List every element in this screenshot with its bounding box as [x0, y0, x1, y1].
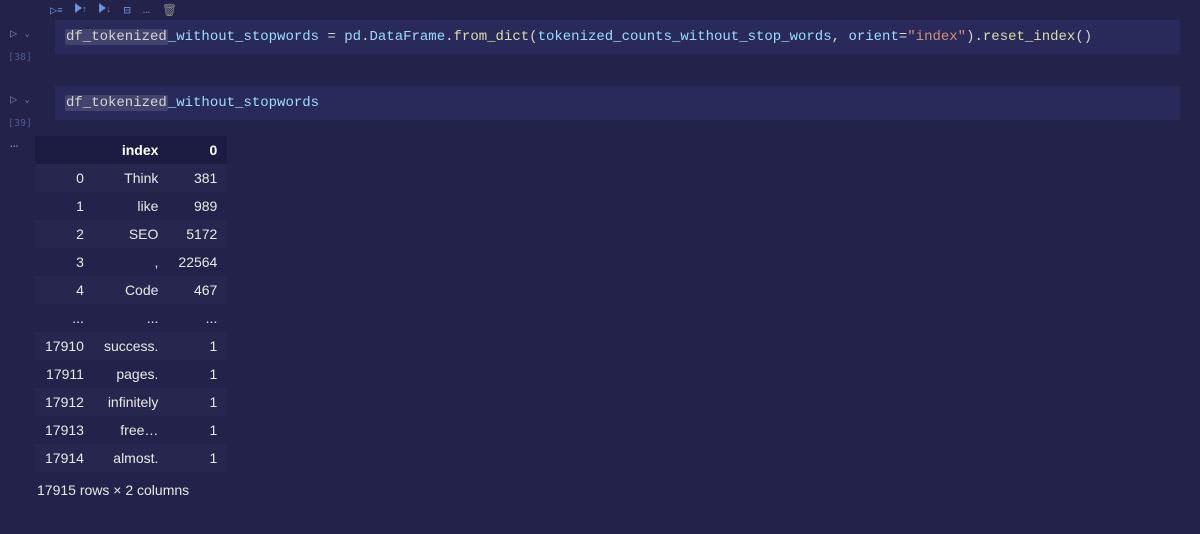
row-index: 4	[35, 276, 94, 304]
table-header	[35, 136, 94, 164]
dataframe-caption: 17915 rows × 2 columns	[35, 482, 1200, 498]
code-token: )	[1084, 29, 1092, 45]
code-token: "index"	[907, 29, 966, 45]
cell-index-col: almost.	[94, 444, 168, 472]
cell-index-col: success.	[94, 332, 168, 360]
cell-value-col: 1	[168, 360, 227, 388]
code-token: (	[1075, 29, 1083, 45]
code-token: _without_stopwords	[168, 95, 319, 111]
table-header-row: index 0	[35, 136, 227, 164]
cell-index-col: Code	[94, 276, 168, 304]
run-cell-gutter-icon[interactable]: ▷ ⌄	[10, 92, 30, 107]
row-index: ...	[35, 304, 94, 332]
code-editor-2[interactable]: df_tokenized_without_stopwords	[55, 86, 1180, 120]
cell-index-col: Think	[94, 164, 168, 192]
cell-index-col: ,	[94, 248, 168, 276]
code-token: ,	[832, 29, 849, 45]
split-cell-icon[interactable]: ⊟	[123, 3, 130, 18]
row-index: 17914	[35, 444, 94, 472]
table-row: 17913free…1	[35, 416, 227, 444]
cell-value-col: 1	[168, 332, 227, 360]
code-cell-2: ▷ ⌄ df_tokenized_without_stopwords [39]	[0, 86, 1200, 120]
code-token: orient	[848, 29, 898, 45]
table-row: 17911pages.1	[35, 360, 227, 388]
code-token: df_tokenized	[66, 29, 167, 45]
cell-value-col: 381	[168, 164, 227, 192]
row-index: 3	[35, 248, 94, 276]
code-token: from_dict	[454, 29, 530, 45]
code-token: DataFrame	[370, 29, 446, 45]
cell-value-col: 1	[168, 444, 227, 472]
code-token: df_tokenized	[66, 95, 167, 111]
table-header: 0	[168, 136, 227, 164]
run-below-icon[interactable]: ↓	[99, 3, 111, 17]
cell-index-col: SEO	[94, 220, 168, 248]
table-row: 3,22564	[35, 248, 227, 276]
cell-value-col: 1	[168, 416, 227, 444]
cell-output: index 0 0Think3811like9892SEO51723,22564…	[35, 136, 1200, 498]
code-token: _without_stopwords	[168, 29, 319, 45]
more-icon[interactable]: …	[143, 3, 150, 17]
code-token: =	[899, 29, 907, 45]
table-header: index	[94, 136, 168, 164]
code-token: reset_index	[983, 29, 1075, 45]
table-row: 2SEO5172	[35, 220, 227, 248]
execution-count: [38]	[8, 52, 32, 63]
table-row: 17910success.1	[35, 332, 227, 360]
table-row: 1like989	[35, 192, 227, 220]
code-cell-1: ▷ ⌄ df_tokenized_without_stopwords = pd.…	[0, 20, 1200, 54]
cell-index-col: pages.	[94, 360, 168, 388]
code-token: =	[319, 29, 344, 45]
code-token: (	[529, 29, 537, 45]
code-editor-1[interactable]: df_tokenized_without_stopwords = pd.Data…	[55, 20, 1180, 54]
table-row: 0Think381	[35, 164, 227, 192]
dataframe-table: index 0 0Think3811like9892SEO51723,22564…	[35, 136, 227, 472]
cell-index-col: infinitely	[94, 388, 168, 416]
cell-value-col: 22564	[168, 248, 227, 276]
run-cell-gutter-icon[interactable]: ▷ ⌄	[10, 26, 30, 41]
row-index: 17911	[35, 360, 94, 388]
cell-index-col: ...	[94, 304, 168, 332]
table-row: 17912infinitely1	[35, 388, 227, 416]
code-token: pd	[344, 29, 361, 45]
code-token: .	[361, 29, 369, 45]
delete-cell-icon[interactable]: 🗑	[162, 3, 177, 18]
cell-index-col: like	[94, 192, 168, 220]
row-index: 17910	[35, 332, 94, 360]
row-index: 2	[35, 220, 94, 248]
cell-index-col: free…	[94, 416, 168, 444]
table-row: 17914almost.1	[35, 444, 227, 472]
cell-value-col: 5172	[168, 220, 227, 248]
table-row: 4Code467	[35, 276, 227, 304]
execution-count: [39]	[8, 118, 32, 129]
row-index: 1	[35, 192, 94, 220]
run-cell-icon[interactable]: ▷≡	[50, 3, 63, 18]
output-ellipsis-icon[interactable]: …	[10, 136, 18, 152]
cell-value-col: 989	[168, 192, 227, 220]
code-token: .	[974, 29, 982, 45]
row-index: 0	[35, 164, 94, 192]
code-token: tokenized_counts_without_stop_words	[538, 29, 832, 45]
cell-toolbar: ▷≡ ↑ ↓ ⊟ … 🗑	[0, 0, 1200, 20]
run-above-icon[interactable]: ↑	[75, 3, 87, 17]
row-index: 17913	[35, 416, 94, 444]
cell-value-col: 1	[168, 388, 227, 416]
cell-value-col: ...	[168, 304, 227, 332]
code-token: .	[445, 29, 453, 45]
table-row: .........	[35, 304, 227, 332]
row-index: 17912	[35, 388, 94, 416]
cell-value-col: 467	[168, 276, 227, 304]
